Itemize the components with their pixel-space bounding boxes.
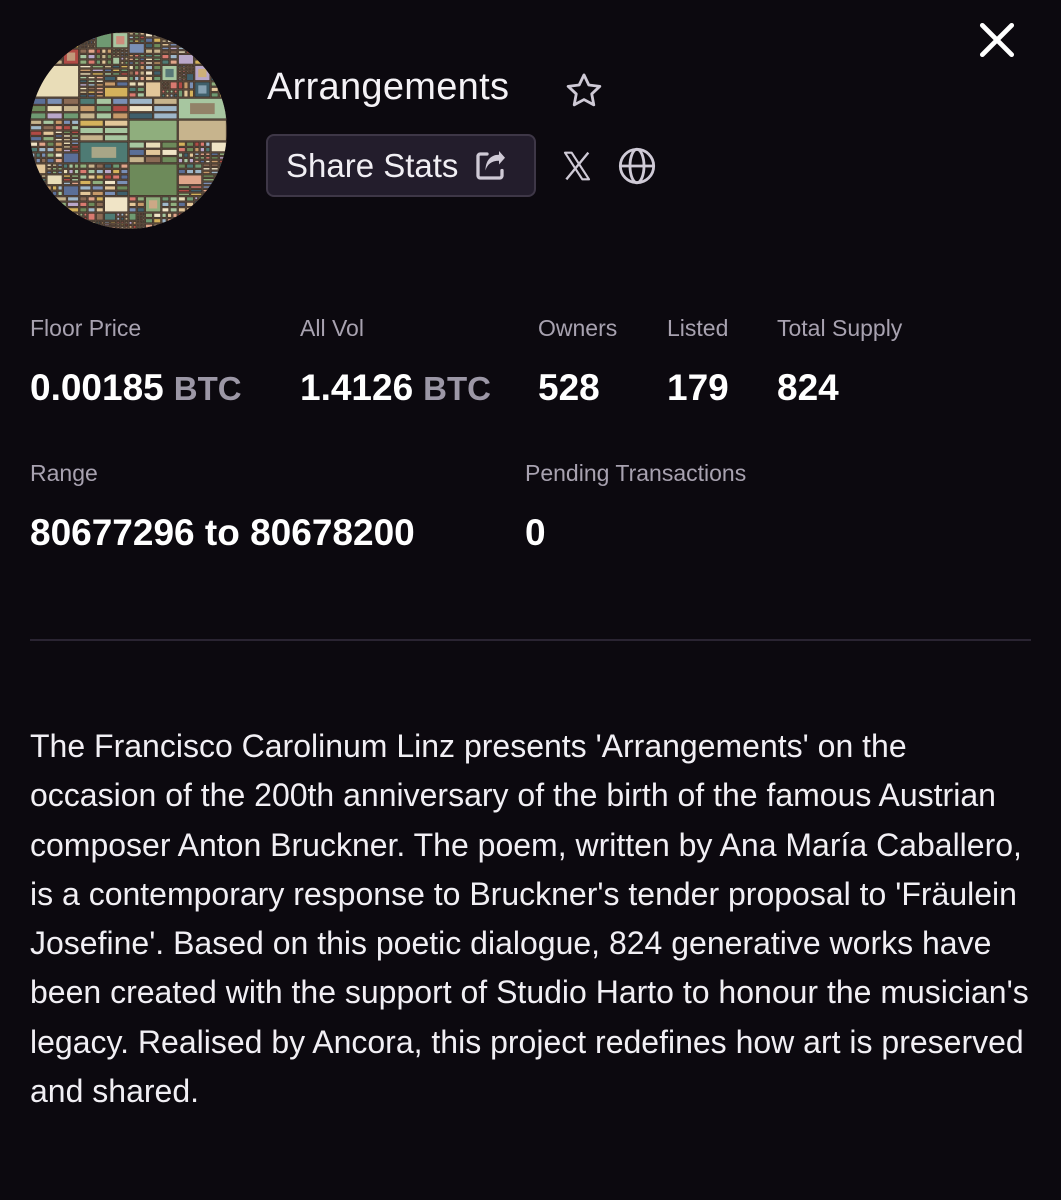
range-value: 80677296 to 80678200	[30, 512, 415, 553]
share-stats-label: Share Stats	[286, 146, 459, 184]
floor-price-unit: BTC	[173, 370, 242, 407]
range-label: Range	[30, 460, 98, 486]
floor-price-label: Floor Price	[30, 315, 142, 341]
star-icon[interactable]	[563, 70, 605, 112]
section-divider	[30, 639, 1031, 641]
all-vol-label: All Vol	[300, 315, 364, 341]
listed-label: Listed	[667, 315, 729, 341]
owners-value: 528	[538, 367, 600, 408]
collection-artwork-image	[30, 32, 227, 229]
floor-price-number: 0.00185	[30, 367, 164, 408]
all-vol-value: 1.4126 BTC	[300, 367, 491, 409]
x-logo-icon[interactable]	[561, 146, 593, 186]
globe-icon[interactable]	[617, 146, 657, 186]
pending-transactions-value: 0	[525, 512, 546, 553]
all-vol-unit: BTC	[423, 370, 491, 407]
collection-avatar	[30, 32, 227, 229]
share-stats-button[interactable]: Share Stats	[266, 134, 536, 197]
owners-label: Owners	[538, 315, 618, 341]
collection-title: Arrangements	[267, 66, 510, 108]
floor-price-value: 0.00185 BTC	[30, 367, 242, 409]
close-icon[interactable]	[975, 18, 1019, 62]
collection-description: The Francisco Carolinum Linz presents 'A…	[30, 728, 1029, 1110]
pending-transactions-label: Pending Transactions	[525, 460, 747, 486]
listed-value: 179	[667, 367, 729, 408]
external-share-icon	[476, 150, 506, 180]
total-supply-value: 824	[777, 367, 839, 408]
all-vol-number: 1.4126	[300, 367, 414, 408]
total-supply-label: Total Supply	[777, 315, 903, 341]
